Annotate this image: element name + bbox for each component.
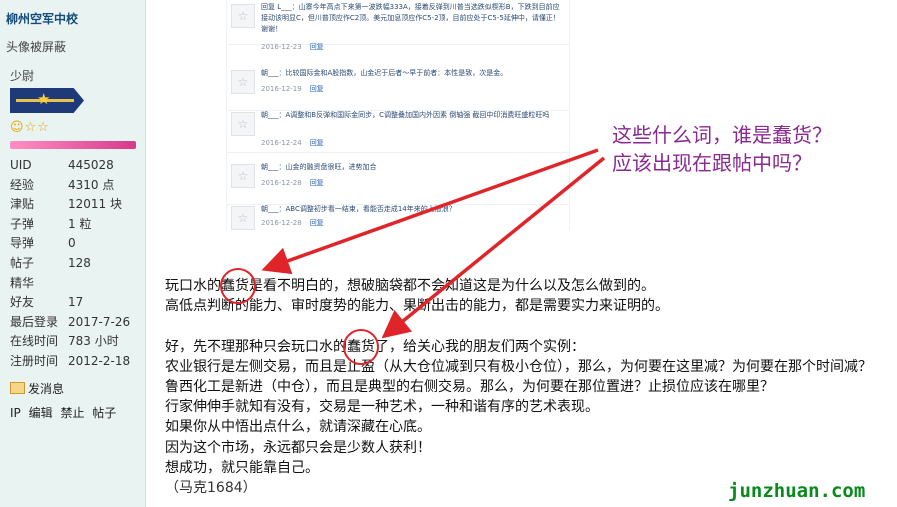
site-watermark: junzhuan.com [728, 480, 866, 502]
annotation-arrows [261, 148, 606, 339]
arrow-line [261, 148, 599, 275]
arrow-line [381, 156, 606, 339]
